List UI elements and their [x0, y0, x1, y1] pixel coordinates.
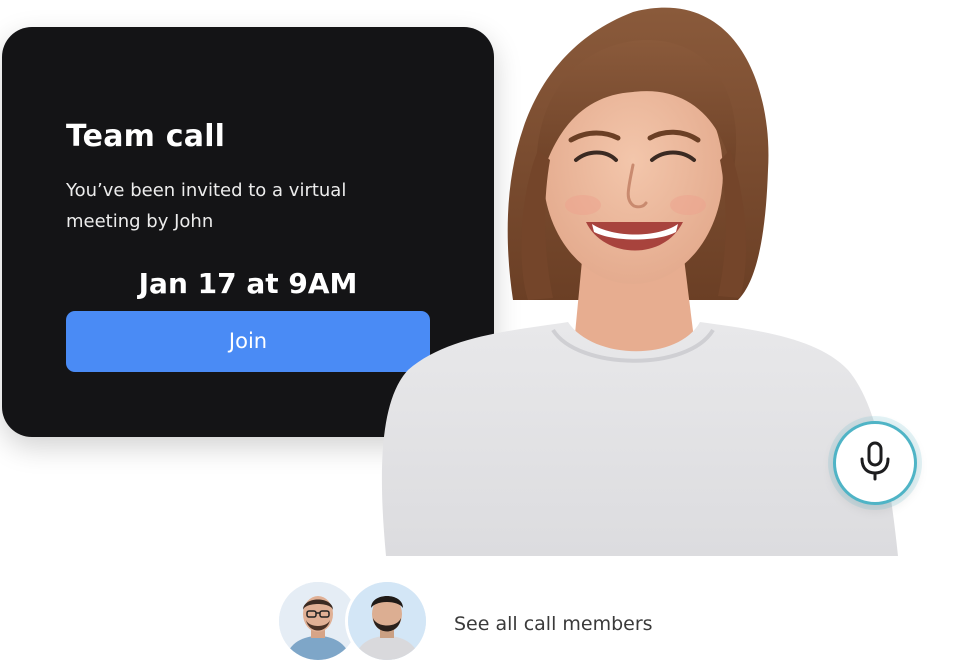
invite-title: Team call: [66, 119, 226, 154]
microphone-icon: [858, 441, 892, 485]
participant-video: [378, 0, 910, 556]
see-all-members-link[interactable]: See all call members: [454, 613, 653, 635]
mic-button[interactable]: [833, 421, 917, 505]
join-button[interactable]: Join: [66, 311, 430, 372]
man-with-beard-avatar: [348, 582, 426, 660]
smiling-woman-photo: [381, 7, 898, 556]
member-avatar[interactable]: [345, 579, 429, 663]
invite-description: You’ve been invited to a virtual meeting…: [66, 180, 347, 232]
